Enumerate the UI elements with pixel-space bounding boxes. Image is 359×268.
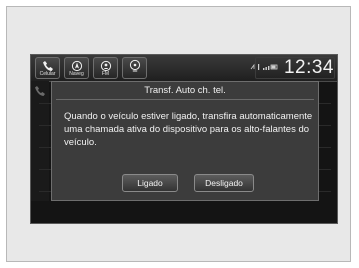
off-button[interactable]: Desligado xyxy=(194,174,254,192)
top-bar: Celular Naveg FM 12:34 xyxy=(31,55,337,82)
status-bar: 12:34 xyxy=(250,56,334,80)
navigation-button[interactable]: Naveg xyxy=(64,57,89,79)
clock: 12:34 xyxy=(283,57,334,78)
fm-button[interactable]: FM xyxy=(93,57,118,79)
phone-icon xyxy=(36,59,59,71)
head-unit-screen: Celular Naveg FM 12:34 Transf. Auto ch. … xyxy=(30,54,338,224)
dialog-message: Quando o veículo estiver ligado, transfi… xyxy=(64,111,313,148)
fm-button-label: FM xyxy=(101,71,110,77)
phone-list-edge xyxy=(31,81,49,201)
audio-source-button[interactable] xyxy=(122,57,147,79)
phone-button[interactable]: Celular xyxy=(35,57,60,79)
phone-icon xyxy=(35,86,45,96)
radio-icon xyxy=(94,59,117,72)
navigation-button-label: Naveg xyxy=(69,71,84,77)
dialog-title: Transf. Auto ch. tel. xyxy=(144,85,226,96)
phone-button-label: Celular xyxy=(39,71,56,77)
auto-transfer-dialog: Transf. Auto ch. tel. Quando o veículo e… xyxy=(51,81,319,201)
navigation-icon xyxy=(65,59,88,72)
status-icons xyxy=(250,63,280,73)
audio-source-icon xyxy=(123,59,146,72)
on-button[interactable]: Ligado xyxy=(122,174,178,192)
dialog-divider xyxy=(56,99,314,100)
